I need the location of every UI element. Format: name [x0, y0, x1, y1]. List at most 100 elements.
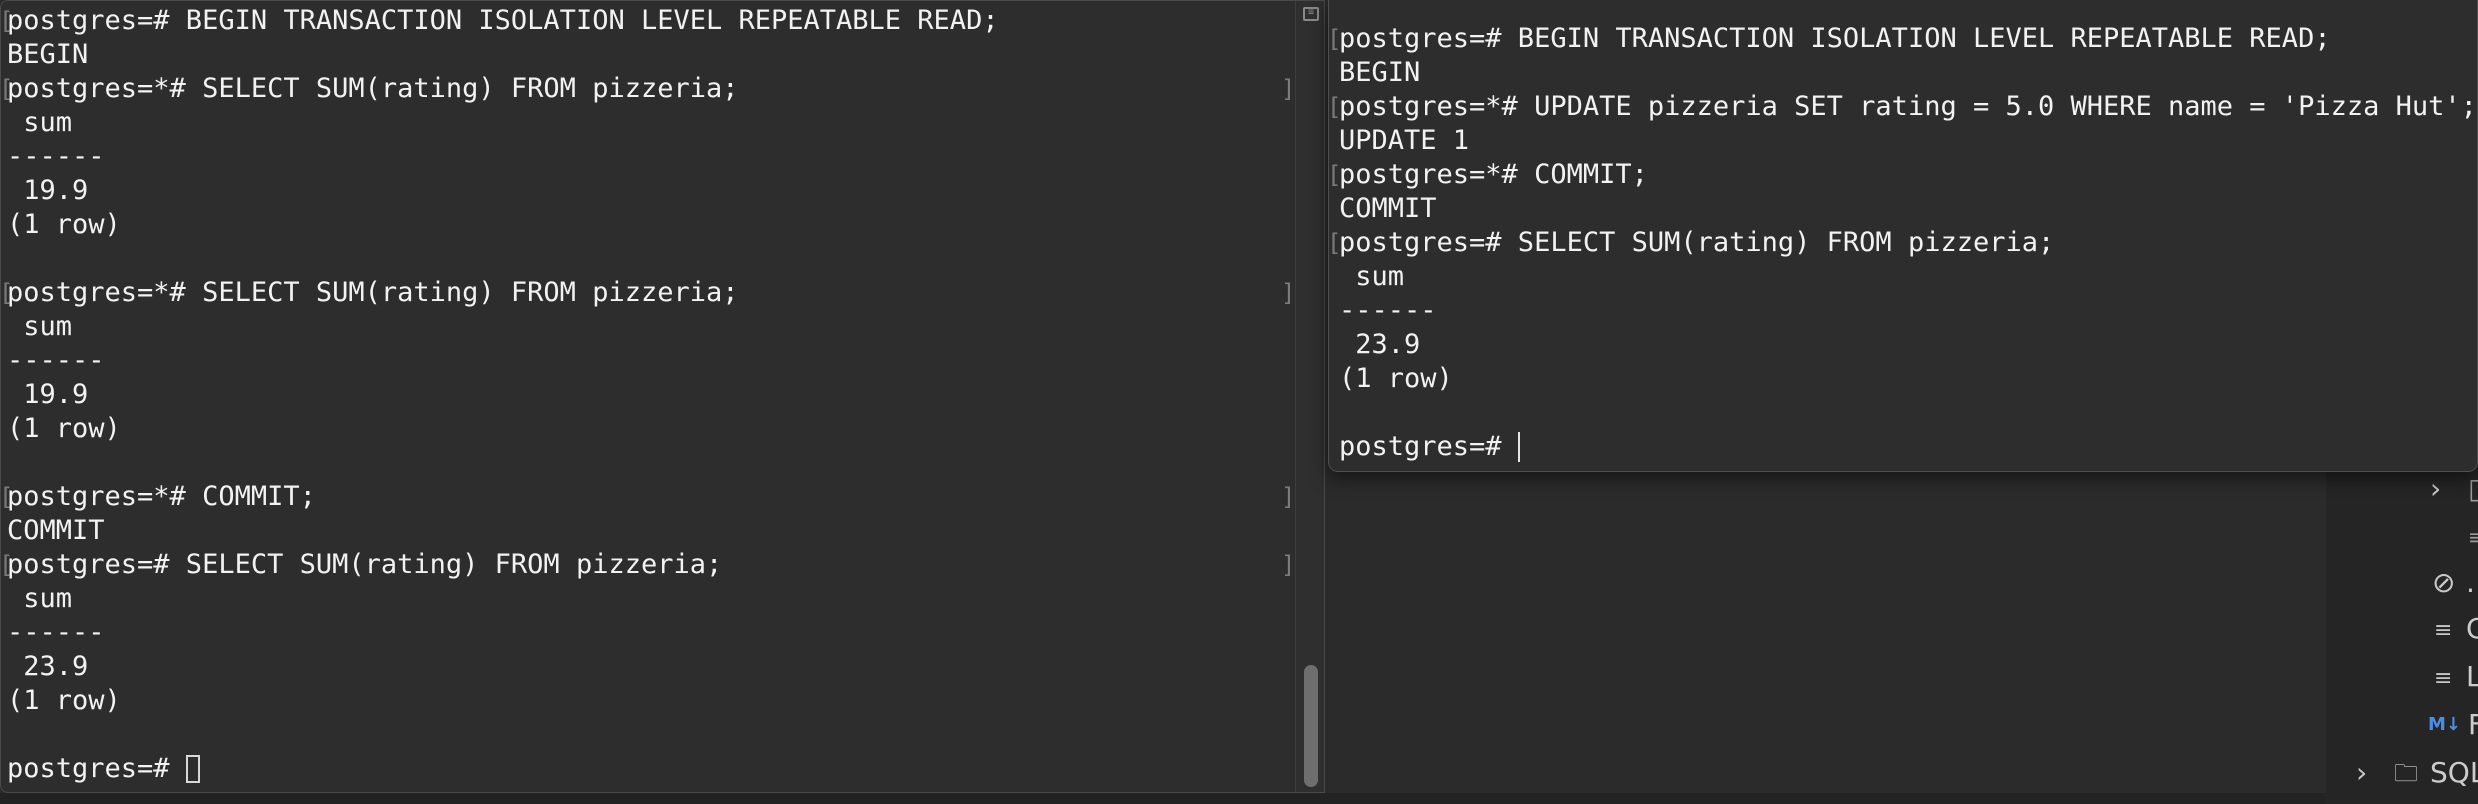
terminal-line-text: 23.9: [7, 651, 89, 682]
chevron-right-icon[interactable]: ›: [2356, 756, 2367, 790]
text-cursor: [185, 755, 200, 783]
terminal-line-text: postgres=# SELECT SUM(rating) FROM pizze…: [7, 549, 723, 580]
terminal-line: ------: [1, 616, 999, 650]
terminal-prompt: postgres=#: [1339, 431, 1518, 462]
explorer-sidebar: › ▯ ≡ ⊘ . ≡ C ≡ L M↓ F › 🗀 SQL: [2326, 420, 2478, 804]
mark-bracket-open: [: [1328, 161, 1342, 189]
mark-bracket-open: [: [0, 75, 14, 103]
terminal-line-text: postgres=# BEGIN TRANSACTION ISOLATION L…: [7, 5, 999, 36]
ignore-file-icon: ⊘: [2432, 566, 2456, 599]
mark-bracket-open: [: [0, 483, 14, 511]
lines-icon: ≡: [2468, 525, 2478, 549]
terminal-line: sum: [1, 106, 999, 140]
terminal-line: sum: [1, 310, 999, 344]
terminal-line-text: 23.9: [1339, 329, 1421, 360]
explorer-item-f[interactable]: F: [2468, 708, 2478, 742]
terminal-line-text: postgres=*# SELECT SUM(rating) FROM pizz…: [7, 277, 739, 308]
split-pane-icon[interactable]: ≡: [1303, 7, 1319, 21]
terminal-line: COMMIT: [1, 514, 999, 548]
terminal-line-text: postgres=# SELECT SUM(rating) FROM pizze…: [1339, 227, 2055, 258]
terminal-line-text: ------: [7, 617, 105, 648]
terminal-line-text: (1 row): [7, 413, 121, 444]
mark-bracket-open: [: [1328, 25, 1342, 53]
file-icon: ▯: [2468, 472, 2478, 505]
terminal-line-text: (1 row): [1339, 363, 1453, 394]
terminal-line-text: postgres=*# UPDATE pizzeria SET rating =…: [1339, 91, 2477, 122]
terminal-line-text: 19.9: [7, 175, 89, 206]
terminal-line-text: ------: [1339, 295, 1437, 326]
terminal-line: BEGIN: [1, 38, 999, 72]
terminal-line: sum: [1329, 260, 2477, 294]
left-terminal-window[interactable]: [postgres=# BEGIN TRANSACTION ISOLATION …: [0, 0, 1325, 793]
terminal-line: 19.9: [1, 378, 999, 412]
terminal-prompt: postgres=#: [7, 753, 186, 784]
mark-bracket-open: [: [0, 7, 14, 35]
terminal-line-text: sum: [7, 107, 73, 138]
terminal-line: (1 row): [1, 684, 999, 718]
terminal-line-text: postgres=# BEGIN TRANSACTION ISOLATION L…: [1339, 23, 2331, 54]
terminal-line: [] postgres=*# COMMIT;: [0, 480, 1295, 514]
terminal-line-text: BEGIN: [1339, 57, 1421, 88]
explorer-item-l[interactable]: L: [2466, 660, 2478, 694]
terminal-line-text: (1 row): [7, 209, 121, 240]
mark-bracket-open: [: [1328, 93, 1342, 121]
mark-bracket-close: ]: [1281, 279, 1296, 307]
terminal-line-text: ------: [7, 141, 105, 172]
terminal-prompt-line[interactable]: postgres=#: [1329, 430, 2477, 464]
text-file-icon: ≡: [2434, 618, 2453, 643]
terminal-line-text: 19.9: [7, 379, 89, 410]
mark-bracket-close: ]: [1281, 551, 1296, 579]
text-cursor: [1517, 432, 1520, 462]
left-terminal-output: [postgres=# BEGIN TRANSACTION ISOLATION …: [0, 4, 1295, 786]
mark-bracket-close: ]: [1281, 75, 1296, 103]
terminal-line-text: sum: [7, 583, 73, 614]
terminal-line-text: postgres=*# SELECT SUM(rating) FROM pizz…: [7, 73, 739, 104]
terminal-line: [postgres=# SELECT SUM(rating) FROM pizz…: [1329, 226, 2477, 260]
terminal-line: (1 row): [1, 412, 999, 446]
terminal-line: [postgres=# BEGIN TRANSACTION ISOLATION …: [1329, 22, 2477, 56]
markdown-icon: M↓: [2428, 714, 2461, 735]
terminal-line: [postgres=*# UPDATE pizzeria SET rating …: [1329, 90, 2477, 124]
terminal-line-text: sum: [7, 311, 73, 342]
terminal-line-text: COMMIT: [7, 515, 105, 546]
mark-bracket-open: [: [0, 551, 14, 579]
mark-bracket-open: [: [0, 279, 14, 307]
explorer-item-c[interactable]: C: [2466, 612, 2478, 646]
terminal-line-text: sum: [1339, 261, 1405, 292]
terminal-line: sum: [1, 582, 999, 616]
terminal-line: (1 row): [1329, 362, 2477, 396]
terminal-line-text: UPDATE 1: [1339, 125, 1470, 156]
terminal-line-text: postgres=*# COMMIT;: [7, 481, 316, 512]
terminal-line-text: COMMIT: [1339, 193, 1437, 224]
right-terminal-output: [postgres=# BEGIN TRANSACTION ISOLATION …: [1329, 22, 2477, 464]
folder-icon: 🗀: [2394, 759, 2418, 787]
text-file-icon: ≡: [2434, 666, 2453, 691]
explorer-folder-sql[interactable]: SQL: [2430, 756, 2478, 790]
terminal-line: ------: [1, 140, 999, 174]
terminal-line: [postgres=*# COMMIT;: [1329, 158, 2477, 192]
terminal-line: [] postgres=# SELECT SUM(rating) FROM piz…: [0, 548, 1295, 582]
terminal-line: 23.9: [1329, 328, 2477, 362]
right-terminal-window[interactable]: [postgres=# BEGIN TRANSACTION ISOLATION …: [1328, 0, 2478, 472]
terminal-line: UPDATE 1: [1329, 124, 2477, 158]
terminal-prompt-line[interactable]: postgres=#: [1, 752, 999, 786]
left-terminal-scroll-thumb[interactable]: [1304, 665, 1318, 787]
terminal-line: [] postgres=*# SELECT SUM(rating) FROM pi…: [0, 72, 1295, 106]
terminal-line-text: postgres=*# COMMIT;: [1339, 159, 1648, 190]
mark-bracket-close: ]: [1281, 483, 1296, 511]
terminal-line: [] postgres=*# SELECT SUM(rating) FROM pi…: [0, 276, 1295, 310]
terminal-line: [postgres=# BEGIN TRANSACTION ISOLATION …: [1, 4, 999, 38]
terminal-line: ------: [1, 344, 999, 378]
terminal-line: 19.9: [1, 174, 999, 208]
bottom-edge: [0, 793, 2326, 804]
explorer-item-dot[interactable]: .: [2466, 566, 2475, 600]
terminal-line: COMMIT: [1329, 192, 2477, 226]
chevron-right-icon[interactable]: ›: [2430, 472, 2441, 506]
terminal-line-text: ------: [7, 345, 105, 376]
terminal-line-text: (1 row): [7, 685, 121, 716]
terminal-line: 23.9: [1, 650, 999, 684]
terminal-line: BEGIN: [1329, 56, 2477, 90]
